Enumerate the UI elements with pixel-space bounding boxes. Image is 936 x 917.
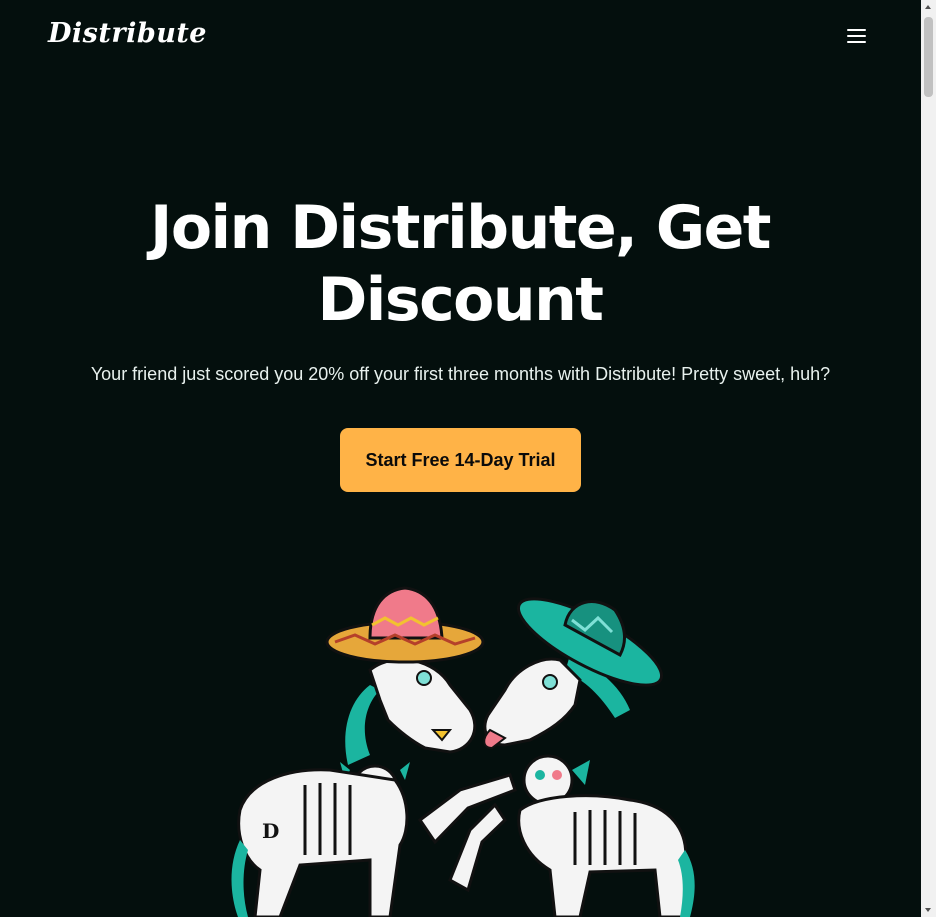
menu-line: [847, 41, 866, 43]
right-horse-body: [517, 794, 688, 917]
start-trial-button[interactable]: Start Free 14-Day Trial: [340, 428, 581, 492]
menu-line: [847, 35, 866, 37]
left-tail: [231, 840, 248, 917]
arrow-down-icon: [925, 908, 931, 912]
right-bow: [572, 760, 590, 785]
hero-subtitle: Your friend just scored you 20% off your…: [90, 364, 831, 384]
crossing-leg: [417, 773, 517, 845]
right-eye: [542, 674, 558, 690]
left-eye: [416, 670, 432, 686]
scroll-up-button[interactable]: [921, 0, 936, 15]
skeleton-horses-image: D: [231, 586, 695, 917]
horses-illustration: D: [220, 580, 700, 917]
vertical-scrollbar[interactable]: [921, 0, 936, 917]
left-sombrero-crown: [368, 586, 444, 640]
left-mane: [345, 685, 380, 765]
right-horse-head: [483, 657, 582, 747]
page: Distribute Join Distribute, Get Discount…: [0, 0, 921, 917]
hamburger-menu-icon[interactable]: [843, 26, 871, 48]
menu-line: [847, 29, 866, 31]
skull-eye: [535, 770, 545, 780]
arrow-up-icon: [925, 5, 931, 9]
scroll-down-button[interactable]: [921, 902, 936, 917]
hero-title: Join Distribute, Get Discount: [150, 193, 771, 335]
scrollbar-thumb[interactable]: [924, 17, 933, 97]
skull-eye: [552, 770, 562, 780]
horse-brand-mark: D: [262, 819, 279, 843]
left-horse-body: [237, 768, 409, 917]
logo[interactable]: Distribute: [48, 18, 207, 49]
